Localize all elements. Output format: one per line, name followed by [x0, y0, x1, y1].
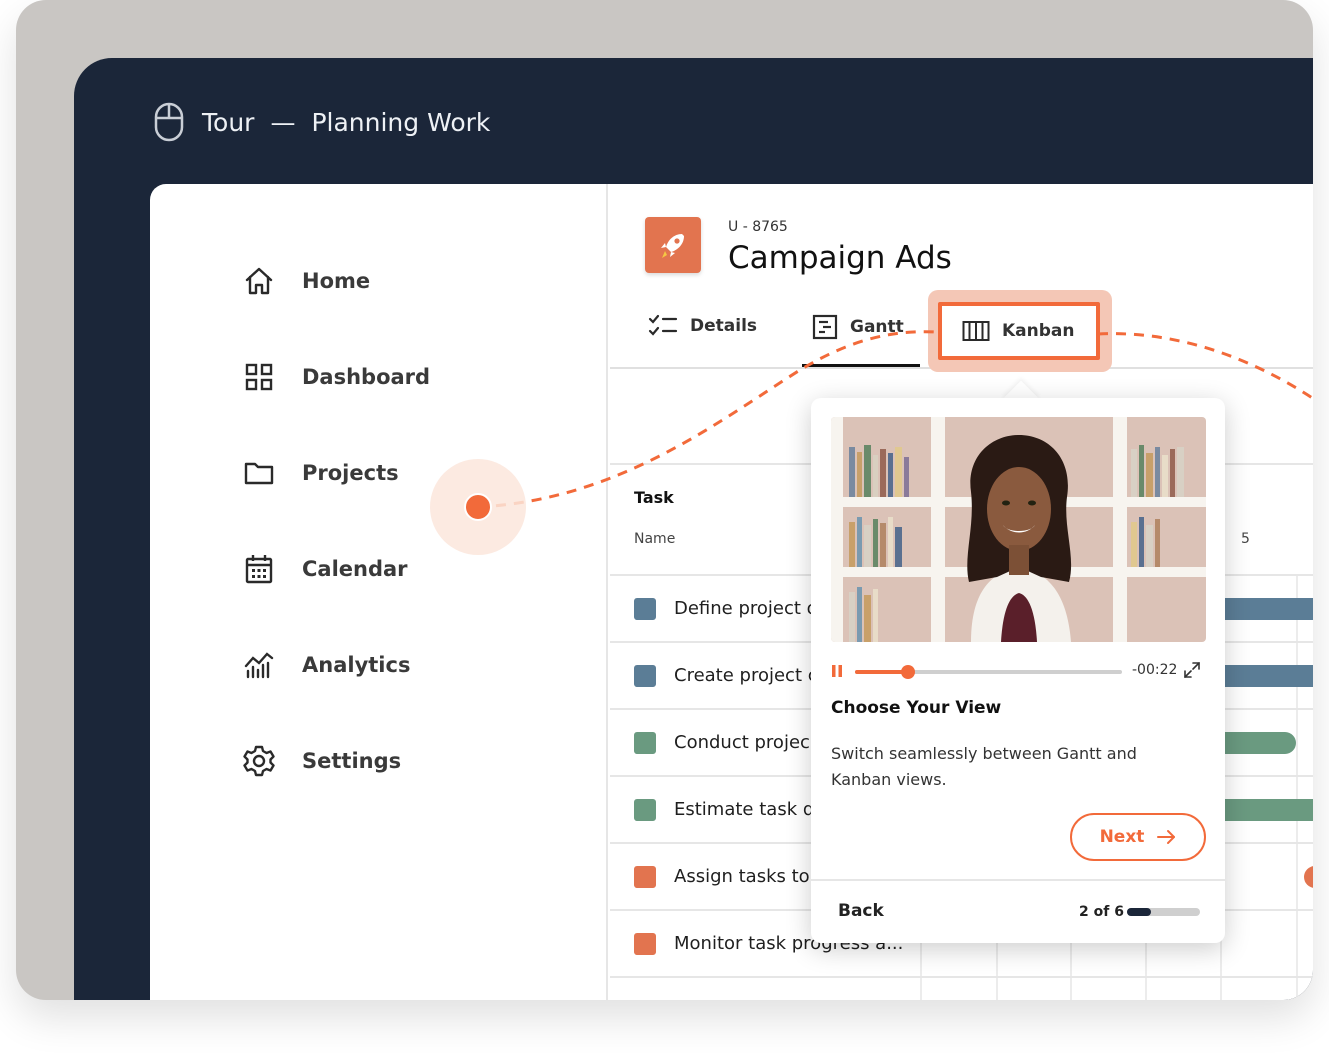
- tab-gantt[interactable]: Gantt: [812, 314, 904, 340]
- video-controls: -00:22: [831, 661, 1206, 681]
- arrow-right-icon: [1157, 830, 1176, 844]
- popover-divider: [811, 879, 1225, 881]
- gantt-bar[interactable]: [1210, 598, 1313, 620]
- step-progress-track: [1127, 908, 1200, 916]
- task-color-swatch: [634, 865, 656, 888]
- expand-icon[interactable]: [1183, 661, 1201, 679]
- video-progress-track[interactable]: [855, 665, 1122, 679]
- step-progress-fill: [1127, 908, 1152, 916]
- sidebar-item-label: Projects: [302, 461, 399, 485]
- next-button-label: Next: [1099, 827, 1145, 847]
- tab-label: Gantt: [850, 317, 904, 337]
- task-name: Assign tasks to: [674, 866, 810, 887]
- column-header-name: Name: [634, 531, 676, 547]
- sidebar-item-dashboard[interactable]: Dashboard: [242, 360, 430, 394]
- project-id: U - 8765: [728, 219, 788, 235]
- task-name: Estimate task d: [674, 799, 815, 820]
- sidebar-item-home[interactable]: Home: [242, 264, 370, 298]
- next-button[interactable]: Next: [1070, 813, 1206, 861]
- step-counter: 2 of 6: [1079, 904, 1124, 920]
- task-name: Define project o: [674, 598, 818, 619]
- task-color-swatch: [634, 664, 656, 687]
- popover-description: Switch seamlessly between Gantt and Kanb…: [831, 744, 1137, 789]
- sidebar-item-label: Home: [302, 269, 371, 293]
- chart-icon: [244, 652, 274, 679]
- gantt-bar[interactable]: [1210, 799, 1313, 821]
- sidebar-item-projects[interactable]: Projects: [242, 456, 399, 490]
- task-color-swatch: [634, 597, 656, 620]
- tab-details[interactable]: Details: [648, 314, 757, 338]
- video-progress-knob[interactable]: [901, 665, 916, 679]
- calendar-icon: [245, 555, 273, 584]
- task-name: Conduct projec: [674, 732, 810, 753]
- tour-popover: -00:22 Choose Your View Switch seamlessl…: [811, 398, 1225, 943]
- task-color-swatch: [634, 731, 656, 754]
- grid-icon: [245, 363, 273, 391]
- tab-label: Kanban: [1002, 321, 1075, 341]
- gantt-bar[interactable]: [1210, 665, 1313, 687]
- folder-icon: [244, 462, 274, 485]
- task-name: Create project c: [674, 665, 818, 686]
- title-separator: —: [270, 107, 296, 137]
- sidebar-item-label: Dashboard: [302, 365, 431, 389]
- back-button[interactable]: Back: [838, 901, 884, 921]
- column-group-header: Task: [634, 488, 674, 507]
- sidebar: Home Dashboard Projects Calendar Analyti…: [150, 184, 608, 1000]
- sidebar-item-label: Calendar: [302, 557, 408, 581]
- sidebar-item-settings[interactable]: Settings: [242, 744, 401, 778]
- gear-icon: [243, 745, 275, 777]
- tab-label: Details: [690, 316, 758, 336]
- window-title-bar: Tour — Planning Work: [154, 102, 490, 142]
- video-progress-fill: [855, 670, 909, 674]
- project-title: Campaign Ads: [728, 240, 952, 276]
- sidebar-item-label: Analytics: [302, 653, 411, 677]
- pause-icon[interactable]: [831, 664, 843, 678]
- home-icon: [245, 267, 273, 295]
- video-thumbnail: [831, 417, 1206, 642]
- video-time: -00:22: [1132, 662, 1178, 678]
- window-title: Tour: [202, 107, 255, 137]
- tour-video[interactable]: [831, 417, 1206, 642]
- sidebar-item-label: Settings: [302, 749, 402, 773]
- window-subtitle: Planning Work: [311, 107, 491, 137]
- task-color-swatch: [634, 798, 656, 821]
- tab-kanban[interactable]: Kanban: [938, 302, 1100, 360]
- kanban-icon: [962, 321, 990, 341]
- sidebar-item-analytics[interactable]: Analytics: [242, 648, 410, 682]
- rocket-icon: [661, 234, 684, 258]
- popover-title: Choose Your View: [831, 698, 1002, 718]
- task-color-swatch: [634, 932, 656, 955]
- checklist-icon: [648, 314, 678, 336]
- project-avatar: [645, 217, 701, 273]
- mouse-icon: [154, 102, 184, 142]
- sidebar-item-calendar[interactable]: Calendar: [242, 552, 408, 586]
- timeline-label: 5: [1241, 531, 1250, 547]
- gantt-icon: [812, 314, 838, 340]
